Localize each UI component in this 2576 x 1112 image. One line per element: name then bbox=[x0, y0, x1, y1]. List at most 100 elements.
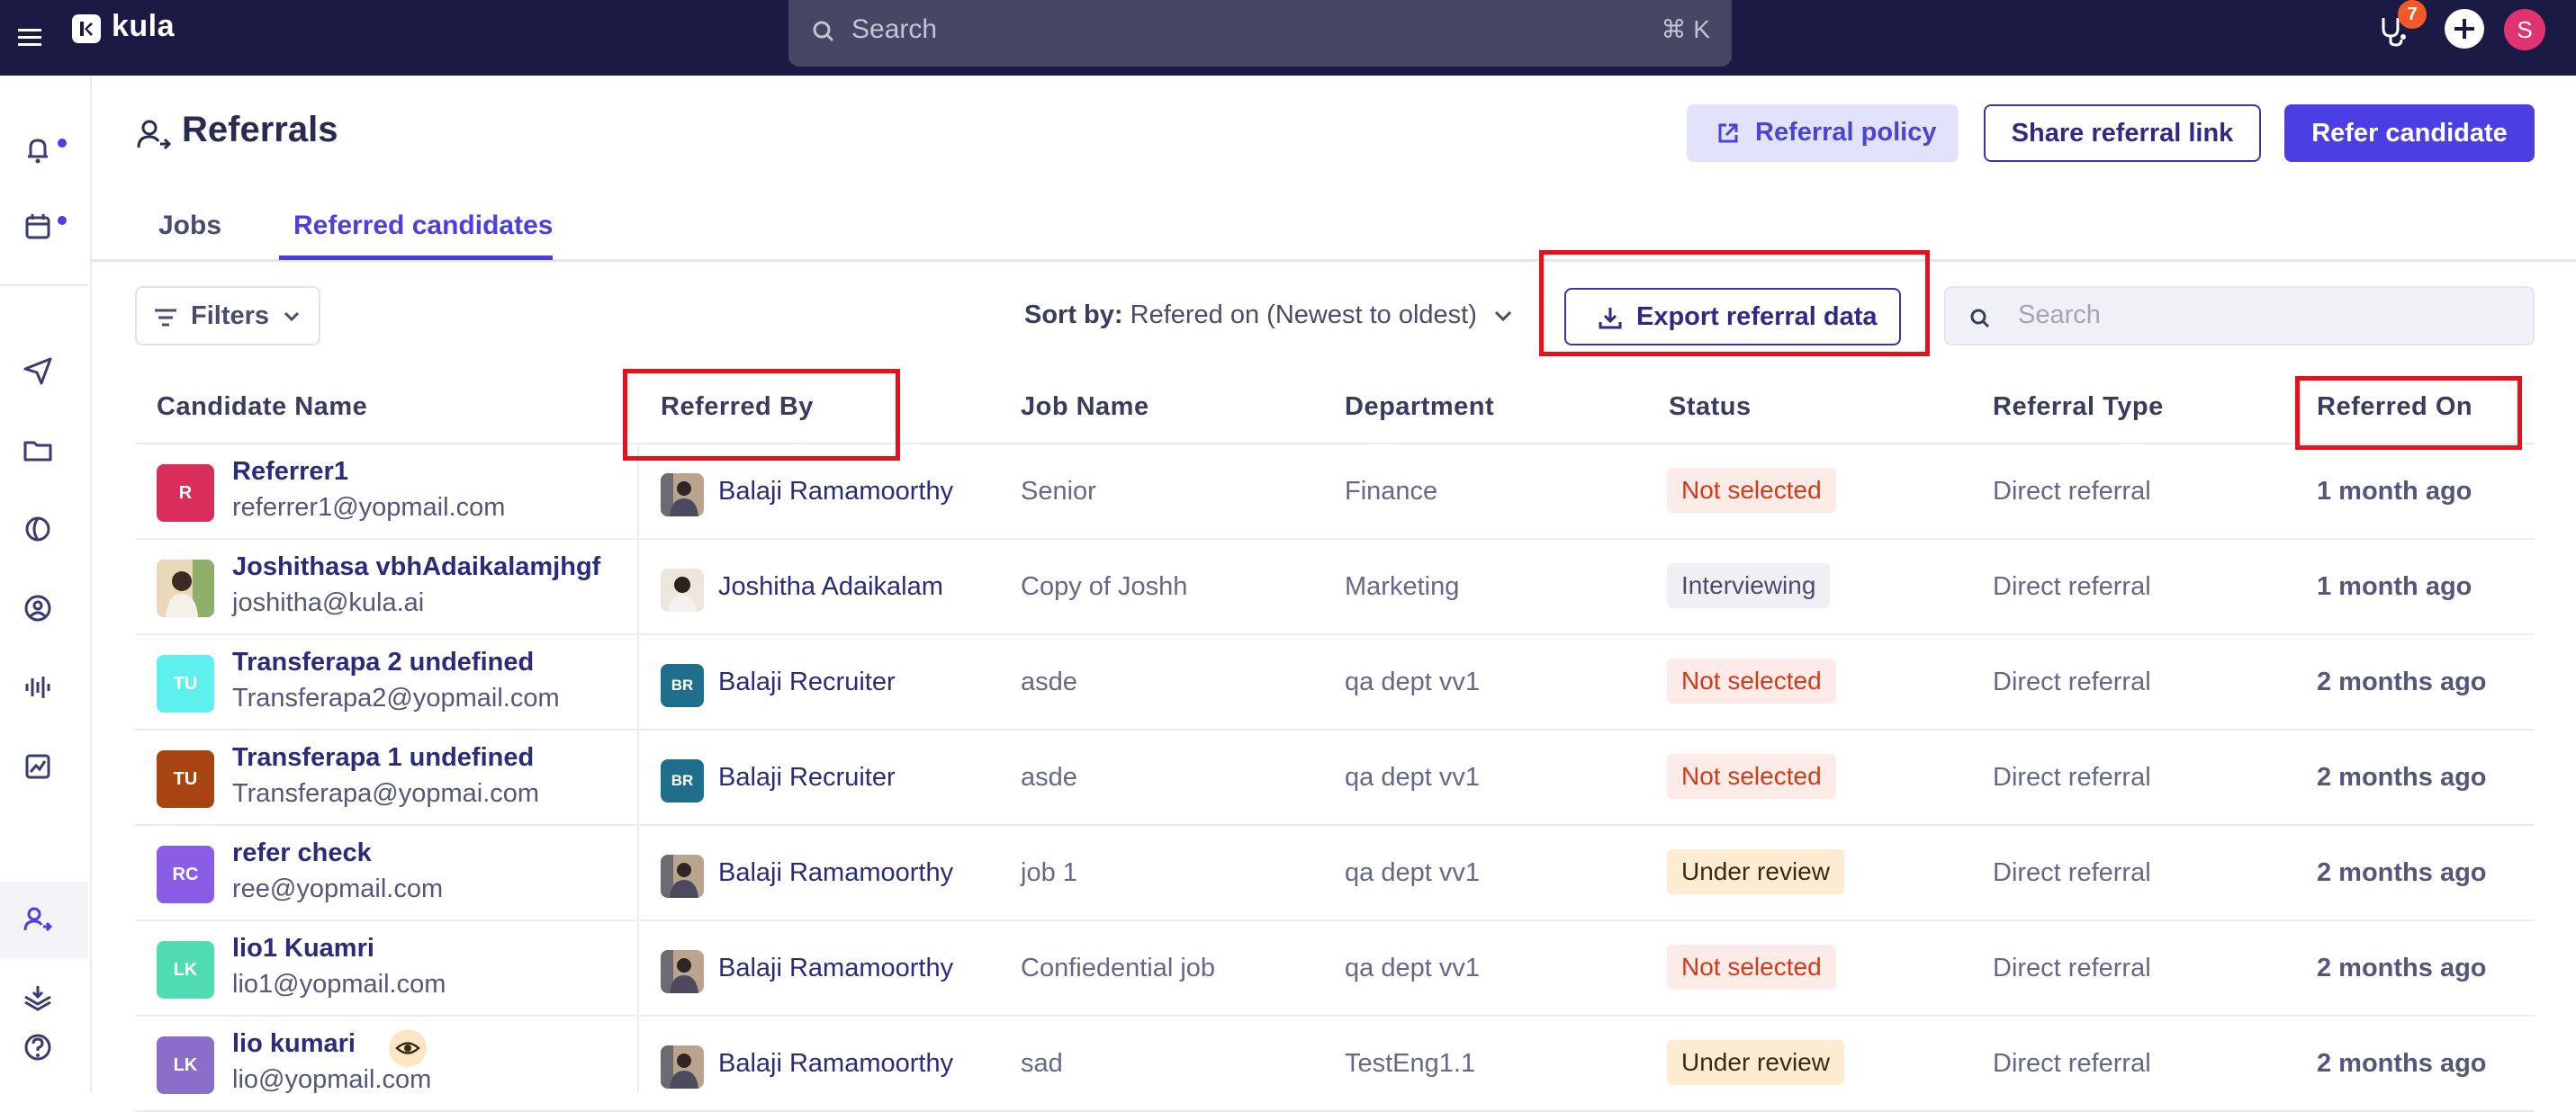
referrer-name: Balaji Ramamoorthy bbox=[718, 477, 954, 506]
department-cell: qa dept vv1 bbox=[1345, 668, 1480, 696]
half-circle-icon[interactable] bbox=[20, 511, 56, 547]
department-cell: TestEng1.1 bbox=[1345, 1049, 1476, 1078]
status-badge: Not selected bbox=[1667, 468, 1836, 513]
referred-on-cell: 2 months ago bbox=[2317, 668, 2487, 696]
annotation-box-export bbox=[1539, 250, 1930, 356]
referrer-name: Joshitha Adaikalam bbox=[718, 572, 943, 601]
table-search-input[interactable]: Search bbox=[1944, 286, 2535, 345]
candidate-name-link[interactable]: lio kumari bbox=[232, 1029, 356, 1059]
tab-jobs[interactable]: Jobs bbox=[158, 211, 221, 241]
candidate-avatar: LK bbox=[157, 1036, 214, 1094]
folder-icon[interactable] bbox=[20, 432, 56, 468]
candidate-name-link[interactable]: Joshithasa vbhAdaikalamjhgf bbox=[232, 552, 600, 582]
user-avatar[interactable]: S bbox=[2504, 9, 2545, 50]
global-search-input[interactable]: Search ⌘ K bbox=[788, 0, 1732, 67]
column-header-referral-type[interactable]: Referral Type bbox=[1993, 392, 2164, 422]
referral-type-cell: Direct referral bbox=[1993, 954, 2151, 982]
table-row[interactable]: RC refer check ree@yopmail.com Balaji Ramam… bbox=[135, 826, 2535, 921]
filters-label: Filters bbox=[191, 301, 270, 330]
referred-on-cell: 1 month ago bbox=[2317, 477, 2472, 506]
candidate-name-link[interactable]: Transferapa 1 undefined bbox=[232, 743, 534, 773]
department-cell: Finance bbox=[1345, 477, 1438, 506]
column-header-status[interactable]: Status bbox=[1669, 392, 1752, 422]
help-icon[interactable] bbox=[20, 1029, 56, 1065]
referrer-photo bbox=[661, 473, 704, 516]
referrer-initials: BR bbox=[671, 677, 694, 694]
candidate-avatar bbox=[157, 560, 214, 617]
send-icon[interactable] bbox=[20, 353, 56, 389]
candidate-email: lio@yopmail.com bbox=[232, 1065, 432, 1094]
referral-policy-label: Referral policy bbox=[1755, 118, 1937, 147]
referrer-photo bbox=[661, 855, 704, 898]
menu-icon[interactable] bbox=[16, 23, 43, 50]
referrer-photo bbox=[661, 950, 704, 993]
candidate-initials: TU bbox=[173, 674, 198, 694]
chevron-down-icon bbox=[284, 311, 300, 322]
referrer-avatar bbox=[661, 855, 704, 898]
department-cell: Marketing bbox=[1345, 572, 1460, 601]
filters-button[interactable]: Filters bbox=[135, 286, 320, 345]
job-name-cell: Copy of Joshh bbox=[1021, 572, 1188, 601]
layers-download-icon[interactable] bbox=[20, 981, 56, 1017]
column-header-candidate-name[interactable]: Candidate Name bbox=[157, 392, 367, 422]
chart-icon[interactable] bbox=[20, 749, 56, 785]
tab-referred-candidates[interactable]: Referred candidates bbox=[293, 211, 553, 241]
status-badge: Not selected bbox=[1667, 754, 1836, 799]
table-row[interactable]: TU Transferapa 1 undefined Transferapa@yop… bbox=[135, 731, 2535, 826]
candidate-name-link[interactable]: Referrer1 bbox=[232, 457, 348, 487]
calendar-unread-dot bbox=[58, 216, 67, 225]
referrer-avatar bbox=[661, 1045, 704, 1089]
search-placeholder: Search bbox=[851, 14, 938, 44]
referral-policy-button[interactable]: Referral policy bbox=[1687, 104, 1959, 162]
column-header-department[interactable]: Department bbox=[1345, 392, 1494, 422]
share-referral-link-button[interactable]: Share referral link bbox=[1984, 104, 2261, 162]
candidate-avatar: R bbox=[157, 464, 214, 522]
notification-badge: 7 bbox=[2398, 0, 2427, 29]
candidate-email: Transferapa@yopmai.com bbox=[232, 779, 540, 808]
page-title: Referrals bbox=[182, 110, 338, 149]
column-header-job-name[interactable]: Job Name bbox=[1021, 392, 1149, 422]
referral-type-cell: Direct referral bbox=[1993, 477, 2151, 506]
department-cell: qa dept vv1 bbox=[1345, 763, 1480, 792]
candidate-name-link[interactable]: Transferapa 2 undefined bbox=[232, 648, 534, 677]
referrer-avatar bbox=[661, 569, 704, 612]
bell-icon[interactable] bbox=[20, 131, 56, 167]
referrer-name: Balaji Ramamoorthy bbox=[718, 1049, 954, 1078]
candidate-initials: R bbox=[178, 483, 193, 503]
candidate-avatar: LK bbox=[157, 941, 214, 999]
referrer-photo bbox=[661, 1045, 704, 1089]
sort-dropdown[interactable]: Sort by: Refered on (Newest to oldest) bbox=[1024, 300, 1513, 330]
department-cell: qa dept vv1 bbox=[1345, 954, 1480, 982]
candidate-email: lio1@yopmail.com bbox=[232, 970, 446, 999]
refer-candidate-button[interactable]: Refer candidate bbox=[2284, 104, 2535, 162]
candidate-avatar: RC bbox=[157, 846, 214, 903]
add-icon[interactable] bbox=[2445, 9, 2484, 49]
referral-type-cell: Direct referral bbox=[1993, 572, 2151, 601]
calendar-check-icon[interactable] bbox=[20, 209, 56, 245]
referral-type-cell: Direct referral bbox=[1993, 858, 2151, 887]
referral-type-cell: Direct referral bbox=[1993, 763, 2151, 792]
referrer-avatar: BR bbox=[661, 759, 704, 803]
referred-on-cell: 1 month ago bbox=[2317, 572, 2472, 601]
user-circle-icon[interactable] bbox=[20, 590, 56, 626]
candidate-name-link[interactable]: lio1 Kuamri bbox=[232, 934, 374, 964]
job-name-cell: sad bbox=[1021, 1049, 1063, 1078]
active-tab-indicator bbox=[279, 256, 553, 260]
table-row[interactable]: Joshithasa vbhAdaikalamjhgf joshitha@kula… bbox=[135, 540, 2535, 635]
job-name-cell: Confiedential job bbox=[1021, 954, 1216, 982]
audio-wave-icon[interactable] bbox=[20, 669, 56, 705]
candidate-name-link[interactable]: refer check bbox=[232, 838, 372, 868]
bell-unread-dot bbox=[58, 139, 67, 148]
candidate-avatar: TU bbox=[157, 750, 214, 808]
job-name-cell: asde bbox=[1021, 763, 1077, 792]
search-icon bbox=[813, 21, 834, 42]
referrer-avatar bbox=[661, 473, 704, 516]
table-row[interactable]: TU Transferapa 2 undefined Transferapa2@yo… bbox=[135, 635, 2535, 731]
table-row[interactable]: LK lio kumari lio@yopmail.com Balaji Ramamo… bbox=[135, 1017, 2535, 1112]
candidate-email: joshitha@kula.ai bbox=[232, 588, 425, 617]
referrals-title-icon bbox=[137, 120, 172, 150]
table-row[interactable]: R Referrer1 referrer1@yopmail.com Balaji Ra… bbox=[135, 444, 2535, 540]
top-bar: kula Search ⌘ K 7 S bbox=[0, 0, 2576, 76]
referrals-icon[interactable] bbox=[20, 901, 56, 937]
table-row[interactable]: LK lio1 Kuamri lio1@yopmail.com Balaji Rama… bbox=[135, 921, 2535, 1017]
